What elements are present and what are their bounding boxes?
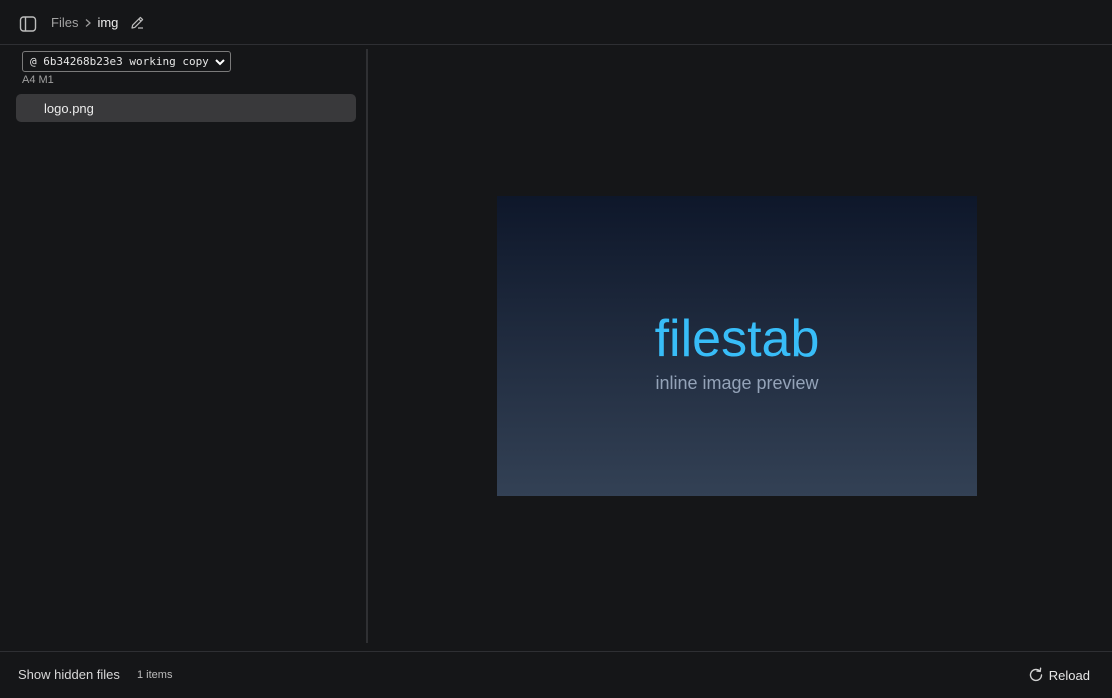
sidebar-panel-icon (19, 16, 37, 32)
breadcrumb-current-folder: img (97, 15, 119, 30)
chevron-down-icon (215, 59, 225, 66)
reload-button[interactable]: Reload (1028, 666, 1090, 684)
item-count: 1 items (137, 669, 173, 681)
image-subtitle-text: inline image preview (655, 372, 819, 393)
image-preview: filestab inline image preview (497, 196, 977, 496)
change-summary: A4 M1 (22, 74, 54, 86)
refresh-icon (1028, 667, 1044, 683)
file-list-item[interactable]: logo.png (16, 94, 356, 122)
header-bar: Files img (0, 0, 1112, 45)
file-icon (16, 94, 44, 122)
breadcrumb-files-link[interactable]: Files (51, 15, 78, 30)
edit-path-button[interactable] (129, 15, 145, 31)
show-hidden-files-toggle[interactable]: Show hidden files (18, 667, 120, 682)
image-title-text: filestab (654, 309, 820, 368)
pencil-icon (131, 16, 144, 29)
preview-pane: filestab inline image preview (368, 45, 1112, 651)
sidebar-toggle-button[interactable] (18, 14, 38, 34)
file-name: logo.png (44, 100, 94, 116)
chevron-right-icon (84, 18, 92, 28)
revision-select-value: @ 6b34268b23e3 working copy (30, 55, 209, 68)
file-browser-app: Files img @ 6b34268b23e3 working copy A4… (0, 0, 1112, 698)
breadcrumb: Files img (51, 0, 145, 45)
reload-label: Reload (1048, 667, 1090, 683)
file-sidebar: @ 6b34268b23e3 working copy A4 M1 logo.p… (0, 45, 367, 643)
revision-select[interactable]: @ 6b34268b23e3 working copy (22, 51, 231, 72)
footer-bar: Show hidden files 1 items Reload (0, 651, 1112, 698)
